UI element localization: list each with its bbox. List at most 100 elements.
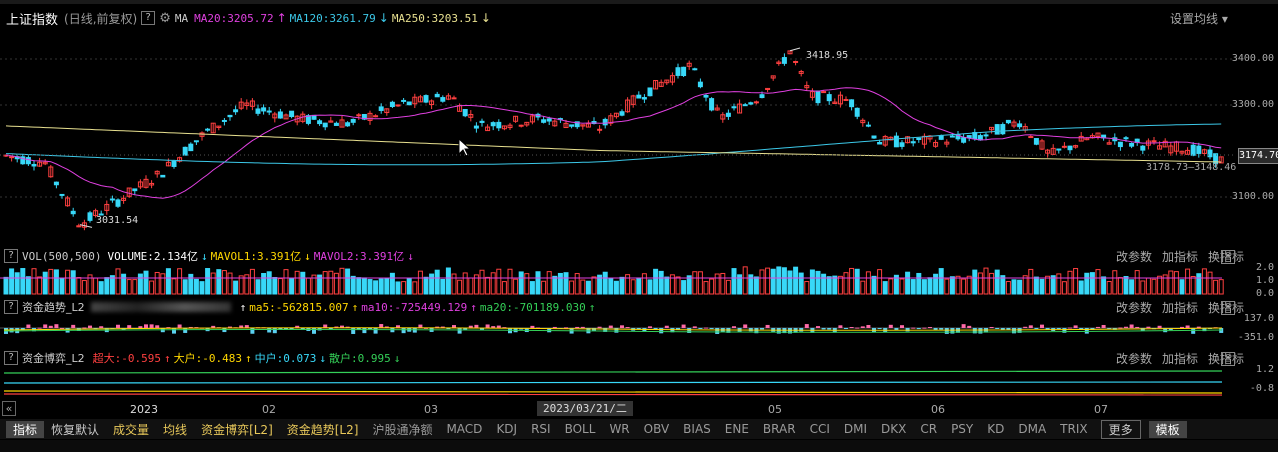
fund-bar <box>272 328 277 334</box>
volume-bar <box>367 279 373 295</box>
large-value: 大户:-0.483 <box>173 352 242 365</box>
fund-bar <box>849 327 854 329</box>
fund-bar <box>1124 326 1128 328</box>
time-label-06: 06 <box>931 403 945 416</box>
candle-body <box>221 119 227 122</box>
candle-body <box>759 94 765 99</box>
tab-25[interactable]: 模板 <box>1148 420 1187 438</box>
tab-19[interactable]: CR <box>913 422 944 436</box>
candle-body <box>753 101 759 104</box>
candle-body <box>849 99 855 108</box>
index-title[interactable]: 上证指数 <box>6 9 58 28</box>
ma20-value: MA20:3205.72 <box>194 11 274 25</box>
volume-bar <box>65 269 71 295</box>
tab-17[interactable]: DMI <box>837 422 874 436</box>
candle-body <box>843 99 849 102</box>
tab-14[interactable]: ENE <box>718 422 756 436</box>
volume-bar <box>1028 268 1034 295</box>
vol-tick: 0.0 <box>1255 288 1274 299</box>
help-icon[interactable]: ? <box>4 300 18 314</box>
tab-16[interactable]: CCI <box>803 422 837 436</box>
volume-bar <box>1129 279 1135 295</box>
ma-settings-button[interactable]: 设置均线 ▾ <box>1170 10 1228 27</box>
chart-mode: (日线,前复权) <box>64 11 138 26</box>
candle-body <box>541 119 547 123</box>
fund-bar <box>1129 324 1134 328</box>
volume-bar <box>949 276 955 295</box>
close-icon[interactable]: ✕ <box>1221 250 1235 264</box>
edit-params-button[interactable]: 改参数 <box>1116 301 1152 315</box>
edit-params-button[interactable]: 改参数 <box>1116 250 1152 264</box>
volume-bar <box>877 269 883 295</box>
small-holder-line <box>3 370 1223 374</box>
tab-11[interactable]: WR <box>602 422 636 436</box>
fund-game-tick: 1.2 <box>1255 364 1274 375</box>
volume-bar <box>563 272 569 295</box>
arrow-up-icon: ↑ <box>351 300 359 314</box>
volume-bar <box>860 280 866 295</box>
gear-icon[interactable]: ⚙ <box>159 11 171 26</box>
close-icon[interactable]: ✕ <box>1221 301 1235 315</box>
volume-bar <box>703 281 709 295</box>
volume-bar <box>216 269 222 295</box>
tab-6[interactable]: 沪股通净额 <box>365 421 439 438</box>
fund-bar <box>989 326 994 328</box>
fund-bar <box>776 328 781 334</box>
tab-20[interactable]: PSY <box>944 422 980 436</box>
tab-12[interactable]: OBV <box>637 422 677 436</box>
candle-body <box>322 122 328 128</box>
tab-1[interactable]: 恢复默认 <box>44 421 106 438</box>
tab-7[interactable]: MACD <box>439 422 489 436</box>
help-icon[interactable]: ? <box>4 249 18 263</box>
add-indicator-button[interactable]: 加指标 <box>1162 250 1198 264</box>
volume-bar <box>1045 275 1051 295</box>
fund-bar <box>698 328 703 329</box>
tab-21[interactable]: KD <box>980 422 1011 436</box>
volume-bar <box>585 280 591 295</box>
volume-bar <box>608 278 614 295</box>
tab-2[interactable]: 成交量 <box>106 421 156 438</box>
tab-0[interactable]: 指标 <box>6 420 45 438</box>
high-marker <box>789 47 801 52</box>
volume-bar <box>793 266 799 295</box>
help-icon[interactable]: ? <box>141 11 156 25</box>
tab-15[interactable]: BRAR <box>756 422 803 436</box>
scroll-left-button[interactable]: « <box>2 401 16 416</box>
add-indicator-button[interactable]: 加指标 <box>1162 301 1198 315</box>
tab-24[interactable]: 更多 <box>1100 419 1141 439</box>
tab-4[interactable]: 资金博弈[L2] <box>194 421 280 438</box>
fund-bar <box>312 328 316 334</box>
volume-bar <box>328 270 334 295</box>
volume-bar <box>322 271 328 295</box>
fund-bar <box>939 328 944 330</box>
tab-13[interactable]: BIAS <box>676 422 718 436</box>
close-icon[interactable]: ✕ <box>1221 352 1235 366</box>
candle-body <box>440 97 446 102</box>
arrow-down-icon: ↓ <box>304 249 311 263</box>
edit-params-button[interactable]: 改参数 <box>1116 352 1152 366</box>
volume-bar <box>781 267 787 295</box>
arrow-up-icon: ↑ <box>239 300 247 314</box>
candle-body <box>496 121 502 129</box>
tab-8[interactable]: KDJ <box>489 422 524 436</box>
tab-9[interactable]: RSI <box>524 422 558 436</box>
add-indicator-button[interactable]: 加指标 <box>1162 352 1198 366</box>
candle-body <box>681 66 687 77</box>
candlestick-chart[interactable] <box>0 28 1236 246</box>
help-icon[interactable]: ? <box>4 351 18 365</box>
volume-bar <box>1173 271 1179 295</box>
candle-body <box>518 124 524 127</box>
tab-10[interactable]: BOLL <box>558 422 603 436</box>
mid-holder-line <box>3 381 1223 384</box>
fund-bar <box>1157 325 1162 328</box>
tab-3[interactable]: 均线 <box>156 421 194 438</box>
tab-5[interactable]: 资金趋势[L2] <box>280 421 366 438</box>
volume-bar <box>1145 277 1151 295</box>
volume-bar <box>53 269 59 295</box>
candle-body <box>115 199 121 207</box>
volume-bar <box>692 271 698 295</box>
tab-23[interactable]: TRIX <box>1053 422 1094 436</box>
tab-18[interactable]: DKX <box>874 422 913 436</box>
tab-22[interactable]: DMA <box>1011 422 1053 436</box>
volume-bar <box>1061 281 1067 295</box>
